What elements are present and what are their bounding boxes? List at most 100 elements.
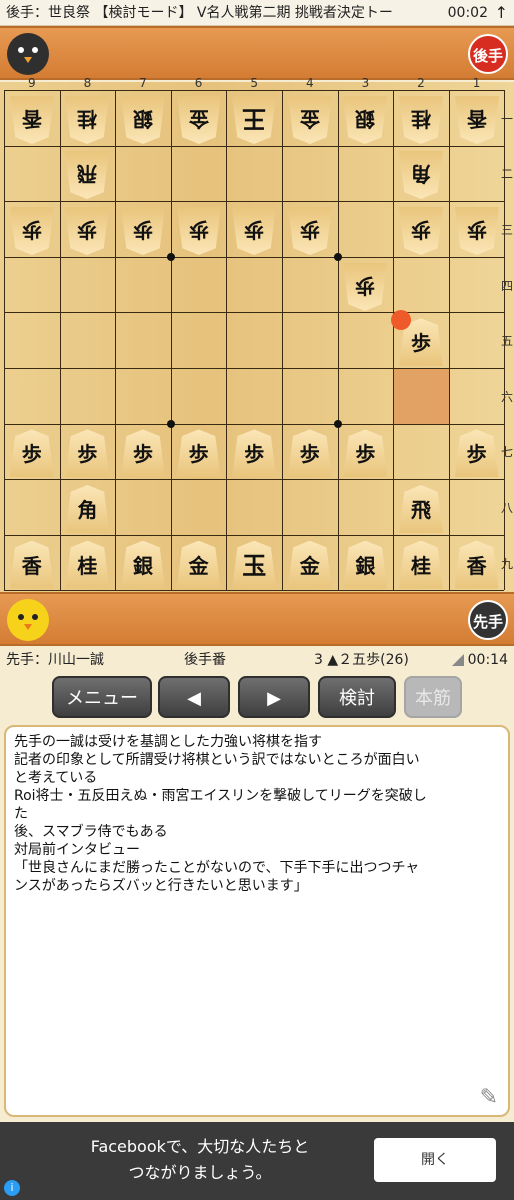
star-point xyxy=(333,419,342,428)
status-bar: 後手：世良祭 【検討モード】 V名人戦第二期 挑戦者決定トー 00:02 ↑ xyxy=(0,0,514,26)
info-row: 先手：川山一誠 後手番 3 ▲２五歩(26) 00:14 xyxy=(0,648,514,672)
board-grid: 香桂銀金王金銀桂香飛角歩歩歩歩歩歩歩歩歩歩歩歩歩歩歩歩歩歩角飛香桂銀金玉金銀桂香 xyxy=(4,90,506,592)
star-point xyxy=(333,252,342,261)
up-arrow-icon[interactable]: ↑ xyxy=(495,0,508,26)
analyze-button[interactable]: 検討 xyxy=(318,676,396,718)
sente-piece[interactable]: 角 xyxy=(65,485,110,533)
piece-char: 歩 xyxy=(133,218,153,242)
sente-piece[interactable]: 金 xyxy=(176,540,221,589)
file-label: 3 xyxy=(361,76,370,90)
pencil-icon[interactable]: ✎ xyxy=(480,1087,498,1109)
piece-char: 歩 xyxy=(133,442,153,467)
sente-piece[interactable]: 銀 xyxy=(121,540,165,589)
control-buttons: メニュー ◀ ▶ 検討 本筋 xyxy=(0,676,514,720)
sente-piece[interactable]: 歩 xyxy=(454,429,499,478)
next-move-button[interactable]: ▶ xyxy=(238,676,310,718)
gote-piece[interactable]: 銀 xyxy=(343,96,387,144)
grid-line-vertical xyxy=(170,90,172,591)
gote-piece[interactable]: 歩 xyxy=(10,207,54,255)
sente-piece[interactable]: 歩 xyxy=(121,429,165,478)
gote-piece[interactable]: 王 xyxy=(232,96,276,144)
gote-piece[interactable]: 桂 xyxy=(65,96,109,144)
piece-char: 歩 xyxy=(299,442,320,467)
piece-char: 歩 xyxy=(244,442,265,467)
grid-line-vertical xyxy=(448,90,450,591)
sente-piece[interactable]: 歩 xyxy=(9,429,54,478)
comment-line: Roi将士・五反田えぬ・雨宮エイスリンを撃破してリーグを突破し xyxy=(14,788,427,804)
sente-piece[interactable]: 金 xyxy=(287,540,332,589)
grid-line-horizontal xyxy=(4,201,505,203)
sente-piece[interactable]: 歩 xyxy=(176,429,221,478)
grid-line-vertical xyxy=(504,90,506,591)
sente-piece[interactable]: 銀 xyxy=(343,540,388,589)
yellow-chick-avatar xyxy=(7,599,49,641)
sente-piece[interactable]: 歩 xyxy=(232,429,277,478)
ad-line-2: つながりましょう。 xyxy=(128,1163,272,1182)
sente-piece[interactable]: 玉 xyxy=(232,540,277,589)
sente-piece[interactable]: 歩 xyxy=(65,429,110,478)
piece-char: 桂 xyxy=(77,106,98,131)
grid-line-horizontal xyxy=(4,312,505,314)
prev-move-button[interactable]: ◀ xyxy=(158,676,230,718)
piece-char: 角 xyxy=(411,162,431,187)
grid-line-vertical xyxy=(226,90,228,591)
piece-char: 玉 xyxy=(242,550,267,580)
rank-label: 八 xyxy=(500,501,513,515)
rank-label: 三 xyxy=(500,223,513,237)
comment-line: ンスがあったらズバッと行きたいと思います」 xyxy=(14,878,308,894)
piece-char: 歩 xyxy=(466,442,487,467)
gote-piece[interactable]: 角 xyxy=(399,151,443,199)
grid-line-horizontal xyxy=(4,256,505,258)
ad-banner[interactable]: Facebookで、大切な人たちと つながりましょう。 開く i xyxy=(0,1122,514,1200)
sente-piece[interactable]: 歩 xyxy=(343,429,388,478)
piece-char: 飛 xyxy=(77,162,98,187)
piece-char: 香 xyxy=(466,553,487,578)
sente-piece[interactable]: 飛 xyxy=(399,485,443,533)
gote-piece[interactable]: 歩 xyxy=(177,207,221,255)
ad-open-button[interactable]: 開く xyxy=(374,1138,496,1182)
piece-char: 歩 xyxy=(411,331,431,356)
gote-piece[interactable]: 桂 xyxy=(399,96,443,144)
turn-indicator: 後手番 xyxy=(184,652,226,668)
gote-piece[interactable]: 金 xyxy=(177,96,221,144)
sente-piece[interactable]: 桂 xyxy=(399,540,443,589)
piece-char: 歩 xyxy=(244,218,265,242)
grid-line-vertical xyxy=(115,90,117,591)
comment-line: 先手の一誠は受けを基調とした力強い将棋を指す xyxy=(14,734,322,750)
piece-char: 歩 xyxy=(188,442,209,467)
sente-piece[interactable]: 香 xyxy=(454,540,499,589)
gote-badge: 後手 xyxy=(468,34,508,74)
sente-piece[interactable]: 歩 xyxy=(287,429,332,478)
piece-char: 銀 xyxy=(355,106,376,131)
gote-piece[interactable]: 香 xyxy=(455,96,499,144)
sente-badge: 先手 xyxy=(468,600,508,640)
grid-line-horizontal xyxy=(4,368,505,369)
file-label: 1 xyxy=(472,76,481,90)
ad-info-icon[interactable]: i xyxy=(4,1180,20,1196)
gote-piece[interactable]: 歩 xyxy=(232,207,276,255)
piece-char: 歩 xyxy=(77,442,98,467)
comment-box[interactable]: 先手の一誠は受けを基調とした力強い将棋を指す 記者の印象として所謂受け将棋という訳… xyxy=(4,725,510,1117)
ad-line-1: Facebookで、大切な人たちと xyxy=(90,1137,310,1156)
sente-piece[interactable]: 香 xyxy=(9,540,54,589)
piece-char: 歩 xyxy=(466,218,487,242)
gote-piece[interactable]: 銀 xyxy=(121,96,165,144)
gote-piece[interactable]: 歩 xyxy=(399,207,443,255)
gote-player-bar: 後手 xyxy=(0,26,514,80)
gote-piece[interactable]: 歩 xyxy=(121,207,165,255)
gote-piece[interactable]: 飛 xyxy=(65,151,109,199)
comment-line: 対局前インタビュー xyxy=(14,842,140,858)
gote-piece[interactable]: 歩 xyxy=(455,207,499,255)
gote-piece[interactable]: 香 xyxy=(10,96,54,144)
piece-char: 銀 xyxy=(133,106,153,131)
gote-piece[interactable]: 歩 xyxy=(288,207,332,255)
gote-piece[interactable]: 歩 xyxy=(65,207,109,255)
last-move-highlight xyxy=(394,369,449,424)
file-label: 6 xyxy=(194,76,203,90)
file-label: 4 xyxy=(305,76,314,90)
menu-button[interactable]: メニュー xyxy=(52,676,152,718)
sente-piece[interactable]: 桂 xyxy=(65,540,110,589)
gote-piece[interactable]: 金 xyxy=(288,96,332,144)
grid-line-vertical xyxy=(59,90,61,591)
gote-piece[interactable]: 歩 xyxy=(343,263,387,311)
